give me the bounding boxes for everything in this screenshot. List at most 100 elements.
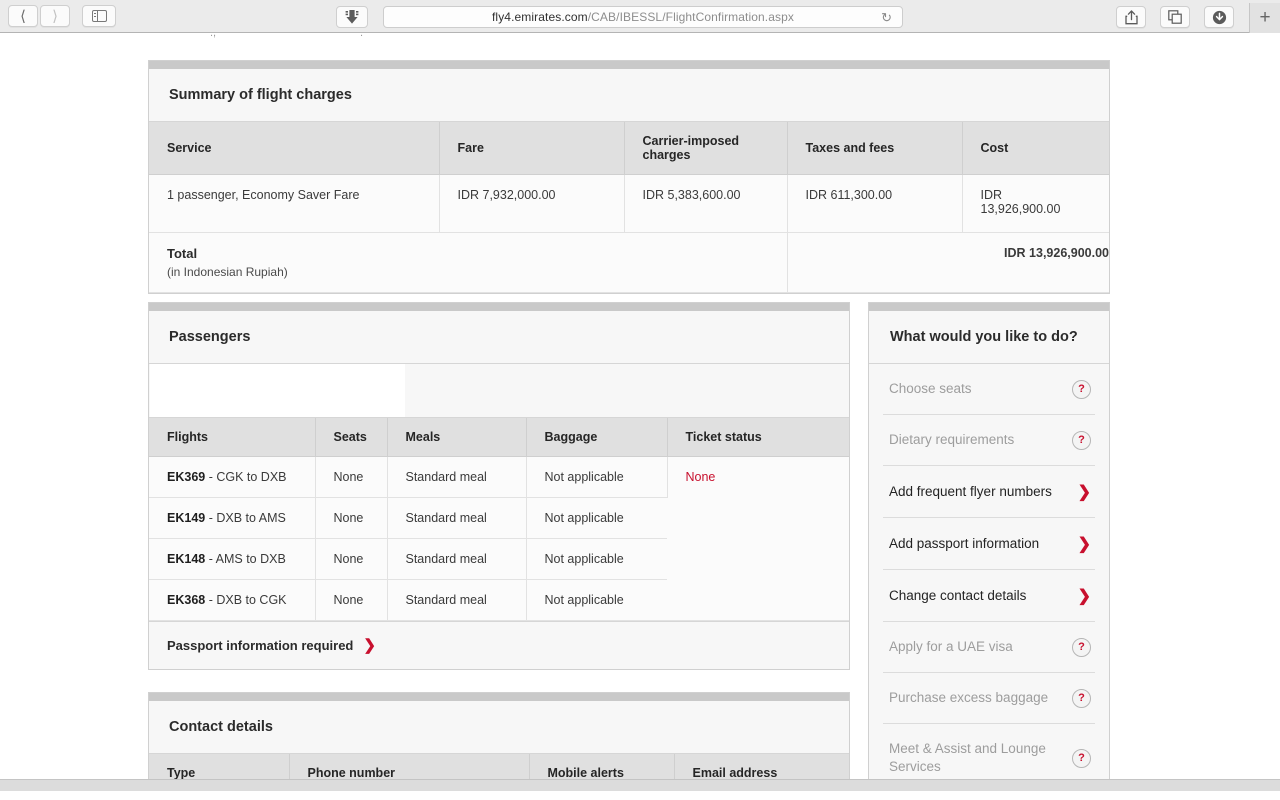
flight-code: EK149 — [167, 511, 206, 525]
cell-baggage: Not applicable — [526, 456, 668, 498]
url-path: /CAB/IBESSL/FlightConfirmation.aspx — [587, 10, 794, 24]
browser-toolbar: ⟨ ⟩ fly4.emirates.com/CAB/IBESSL/FlightC… — [0, 0, 1280, 33]
new-tab-button[interactable]: + — [1249, 3, 1280, 33]
passport-link-label: Passport information required — [167, 638, 354, 653]
action-item-purchase-excess-baggage[interactable]: Purchase excess baggage ? — [883, 673, 1095, 724]
action-label: Choose seats — [889, 381, 972, 397]
action-label: Apply for a UAE visa — [889, 639, 1013, 655]
total-row: Total (in Indonesian Rupiah) IDR 13,926,… — [149, 232, 1109, 293]
action-item-dietary-requirements[interactable]: Dietary requirements ? — [883, 415, 1095, 466]
help-icon[interactable]: ? — [1072, 431, 1091, 450]
flight-code: EK148 — [167, 552, 206, 566]
cell-ticket-status: None — [667, 456, 849, 621]
action-item-change-contact-details[interactable]: Change contact details ❯ — [883, 570, 1095, 622]
action-label: Purchase excess baggage — [889, 690, 1049, 706]
table-row: 1 passenger, Economy Saver Fare IDR 7,93… — [149, 174, 1109, 233]
downloads-button[interactable] — [1204, 6, 1234, 28]
action-item-apply-uae-visa[interactable]: Apply for a UAE visa ? — [883, 622, 1095, 673]
action-item-choose-seats[interactable]: Choose seats ? — [883, 364, 1095, 415]
action-label: Dietary requirements — [889, 432, 1015, 448]
address-bar[interactable]: fly4.emirates.com/CAB/IBESSL/FlightConfi… — [383, 6, 903, 28]
cell-seats: None — [315, 538, 388, 580]
column-header-flights: Flights — [149, 418, 316, 457]
column-header-cost: Cost — [962, 122, 1109, 175]
total-label-cell: Total (in Indonesian Rupiah) — [149, 232, 788, 293]
action-label: Change contact details — [889, 587, 1027, 603]
passengers-title: Passengers — [149, 311, 849, 364]
table-header-row: Flights Seats Meals Baggage Ticket statu… — [149, 418, 849, 457]
panel-accent-bar — [149, 693, 849, 701]
column-header-carrier-charges: Carrier-imposed charges — [624, 122, 788, 175]
total-label: Total — [167, 246, 198, 261]
help-icon[interactable]: ? — [1072, 689, 1091, 708]
column-header-seats: Seats — [315, 418, 388, 457]
panel-accent-bar — [149, 303, 849, 311]
url-domain: fly4.emirates.com — [492, 10, 588, 24]
cell-service: 1 passenger, Economy Saver Fare — [149, 174, 440, 233]
column-header-baggage: Baggage — [526, 418, 668, 457]
cost-amount: 13,926,900.00 — [980, 202, 1061, 216]
horizontal-scrollbar[interactable] — [0, 779, 1280, 791]
flight-route: - CGK to DXB — [205, 470, 287, 484]
download-indicator-button[interactable] — [336, 6, 368, 28]
cell-fare: IDR 7,932,000.00 — [439, 174, 625, 233]
download-arrow-icon — [345, 10, 359, 24]
cell-seats: None — [315, 579, 388, 621]
column-header-ticket-status: Ticket status — [667, 418, 849, 457]
panel-accent-bar — [149, 61, 1109, 69]
chevron-right-icon: ⟩ — [52, 7, 58, 25]
cell-cost: IDR 13,926,900.00 — [962, 174, 1109, 233]
cell-meals: Standard meal — [387, 579, 527, 621]
action-item-add-passport-information[interactable]: Add passport information ❯ — [883, 518, 1095, 570]
passenger-name-row — [149, 364, 849, 418]
navigation-buttons: ⟨ ⟩ — [8, 5, 116, 27]
url-text: fly4.emirates.com/CAB/IBESSL/FlightConfi… — [492, 10, 794, 24]
share-button[interactable] — [1116, 6, 1146, 28]
cell-baggage: Not applicable — [526, 579, 667, 621]
flight-code: EK368 — [167, 593, 206, 607]
flight-route: - DXB to AMS — [205, 511, 286, 525]
flight-code: EK369 — [167, 470, 206, 484]
action-label: Add frequent flyer numbers — [889, 483, 1052, 499]
chevron-right-icon: ❯ — [363, 637, 376, 654]
show-tabs-button[interactable] — [1160, 6, 1190, 28]
column-header-fare: Fare — [439, 122, 625, 175]
sidebar-toggle-button[interactable] — [82, 5, 116, 27]
cell-flight: EK149 - DXB to AMS — [149, 497, 316, 539]
chevron-left-icon: ⟨ — [20, 7, 26, 25]
cell-baggage: Not applicable — [526, 538, 667, 580]
contact-details-title: Contact details — [149, 701, 849, 754]
sidebar-toggle-icon — [91, 9, 107, 23]
column-header-meals: Meals — [387, 418, 527, 457]
panel-accent-bar — [869, 303, 1109, 311]
passport-information-required-link[interactable]: Passport information required ❯ — [149, 621, 849, 669]
action-item-add-frequent-flyer-numbers[interactable]: Add frequent flyer numbers ❯ — [883, 466, 1095, 518]
back-button[interactable]: ⟨ — [8, 5, 38, 27]
cell-flight: EK369 - CGK to DXB — [149, 456, 316, 498]
help-icon[interactable]: ? — [1072, 748, 1091, 768]
table-header-row: Service Fare Carrier-imposed charges Tax… — [149, 122, 1109, 175]
help-icon[interactable]: ? — [1072, 638, 1091, 657]
cell-flight: EK368 - DXB to CGK — [149, 579, 316, 621]
column-header-taxes: Taxes and fees — [787, 122, 963, 175]
actions-panel: What would you like to do? Choose seats … — [868, 302, 1110, 791]
reload-icon[interactable]: ↻ — [881, 11, 892, 25]
cell-seats: None — [315, 497, 388, 539]
chevron-right-icon: ❯ — [1077, 588, 1091, 605]
column-header-service: Service — [149, 122, 440, 175]
flight-charges-title: Summary of flight charges — [149, 69, 1109, 122]
cell-meals: Standard meal — [387, 456, 527, 498]
cell-seats: None — [315, 456, 388, 498]
table-row: EK369 - CGK to DXB None Standard meal No… — [149, 456, 849, 621]
passengers-panel: Passengers Flights Seats Meals Baggage T… — [148, 302, 850, 670]
flight-route: - AMS to DXB — [205, 552, 286, 566]
flight-route: - DXB to CGK — [205, 593, 287, 607]
contact-details-panel: Contact details Type Phone number Mobile… — [148, 692, 850, 791]
toolbar-right-buttons — [1116, 6, 1234, 28]
total-amount: IDR 13,926,900.00 — [787, 232, 1109, 293]
cell-carrier-charges: IDR 5,383,600.00 — [624, 174, 788, 233]
forward-button[interactable]: ⟩ — [40, 5, 70, 27]
passengers-table: Flights Seats Meals Baggage Ticket statu… — [149, 418, 849, 621]
help-icon[interactable]: ? — [1072, 380, 1091, 399]
page-content: ., . Summary of flight charges Service F… — [0, 34, 1280, 791]
